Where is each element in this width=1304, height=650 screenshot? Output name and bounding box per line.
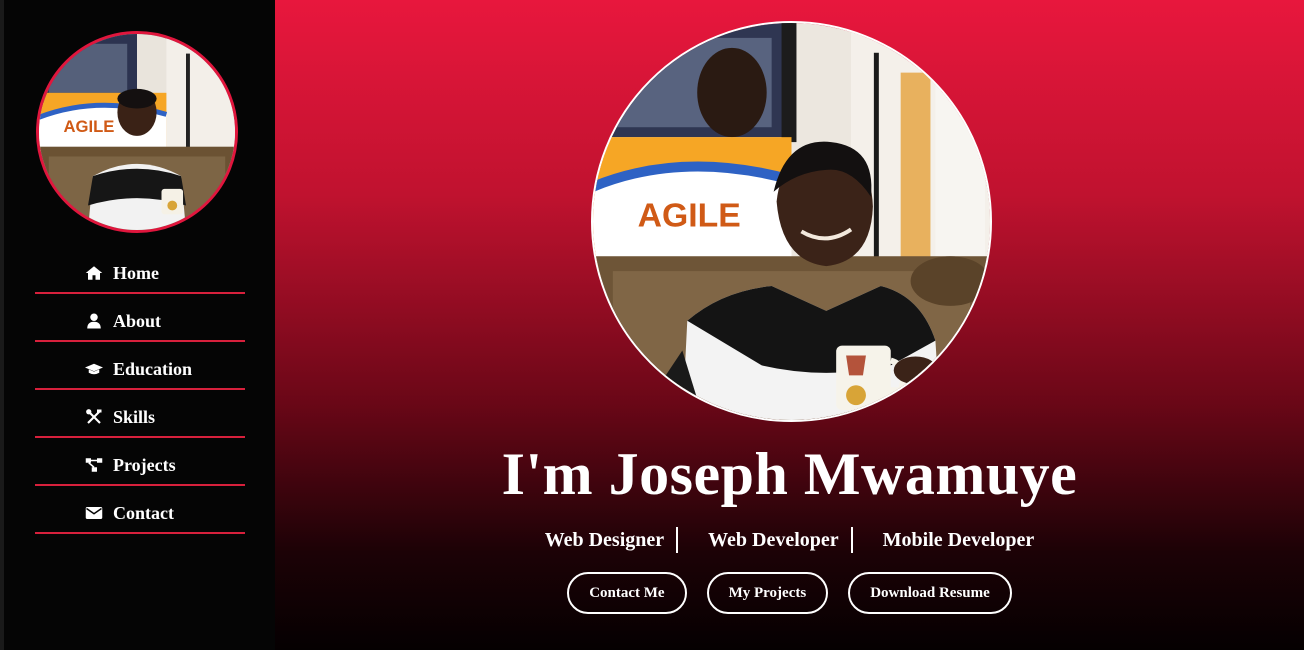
project-diagram-icon [85, 456, 103, 474]
portfolio-page: AGILE Home About Education Skills Projec… [0, 0, 1304, 650]
roles-list: Web Designer Web Developer Mobile Develo… [275, 527, 1304, 553]
hero-buttons: Contact Me My Projects Download Resume [275, 572, 1304, 614]
banner-text: AGILE [64, 117, 115, 136]
sidebar-item-label: Skills [113, 406, 156, 427]
profile-avatar-small: AGILE [36, 31, 238, 233]
sidebar-item-contact[interactable]: Contact [35, 488, 245, 534]
sidebar-item-label: Education [113, 358, 193, 379]
graduation-cap-icon [85, 360, 103, 378]
sidebar-nav: Home About Education Skills Projects Con… [35, 248, 245, 536]
sidebar-item-label: Projects [113, 454, 176, 475]
hero-title: I'm Joseph Mwamuye [501, 441, 1078, 507]
envelope-icon [85, 504, 103, 522]
sidebar-item-label: About [113, 310, 162, 331]
hero-section: AGILE I'm Joseph Mwamuye Web Designer We… [275, 0, 1304, 650]
sidebar-item-about[interactable]: About [35, 296, 245, 342]
user-icon [85, 312, 103, 330]
home-icon [85, 264, 103, 282]
banner-text: AGILE [638, 196, 741, 234]
download-resume-button[interactable]: Download Resume [848, 572, 1012, 614]
profile-avatar-large: AGILE [591, 21, 992, 422]
role-label: Mobile Developer [882, 529, 1035, 551]
my-projects-button[interactable]: My Projects [706, 572, 829, 614]
sidebar-item-label: Home [113, 262, 159, 283]
sidebar-item-projects[interactable]: Projects [35, 440, 245, 486]
sidebar-item-home[interactable]: Home [35, 248, 245, 294]
tools-icon [85, 408, 103, 426]
contact-me-button[interactable]: Contact Me [567, 572, 687, 614]
sidebar-item-skills[interactable]: Skills [35, 392, 245, 438]
sidebar-item-education[interactable]: Education [35, 344, 245, 390]
sidebar: AGILE Home About Education Skills Projec… [4, 0, 275, 650]
sidebar-item-label: Contact [113, 502, 174, 523]
role-label: Web Developer [678, 527, 853, 553]
role-label: Web Designer [533, 527, 679, 553]
